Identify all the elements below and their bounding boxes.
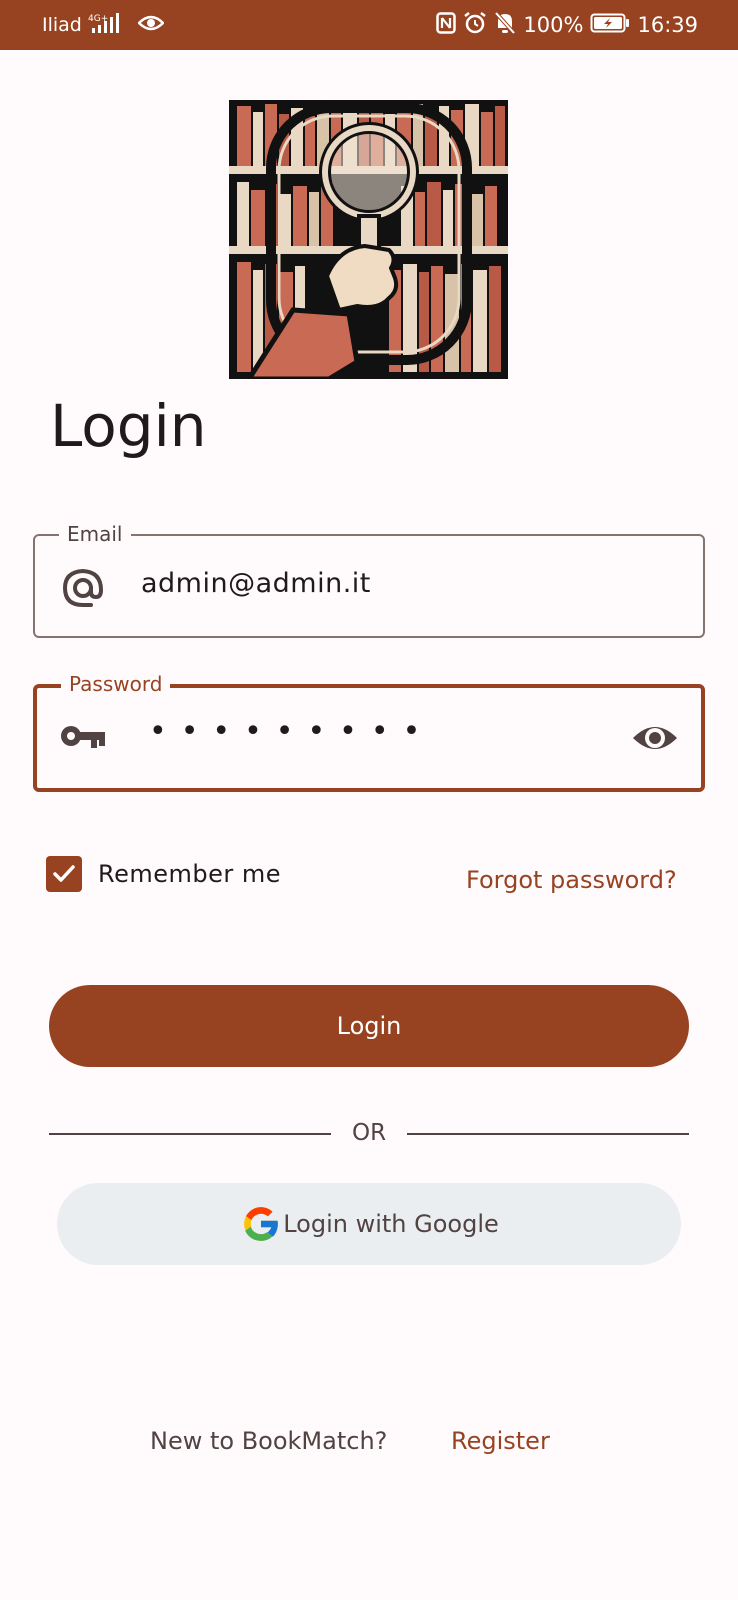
status-bar: Iliad 4G+ 100% 16:39 [0, 0, 738, 50]
battery-percent: 100% [523, 13, 584, 37]
google-icon [239, 1202, 283, 1246]
carrier-label: Iliad [42, 14, 82, 36]
email-field[interactable]: Email admin@admin.it [33, 522, 705, 638]
eye-icon [137, 13, 165, 38]
signal-icon: 4G+ [88, 12, 132, 39]
at-icon [61, 566, 105, 610]
email-field-label: Email [59, 522, 131, 546]
divider-right [407, 1133, 689, 1135]
check-icon [53, 865, 75, 882]
register-link[interactable]: Register [451, 1427, 550, 1455]
bookshelf-magnifier-logo [229, 100, 508, 382]
app-logo [229, 100, 508, 382]
alarm-icon [463, 11, 487, 40]
password-field-label: Password [61, 672, 171, 696]
status-bar-right: 100% 16:39 [436, 11, 698, 40]
remember-me-checkbox[interactable] [46, 856, 82, 892]
clock: 16:39 [637, 13, 698, 37]
login-button[interactable]: Login [49, 985, 689, 1067]
remember-me-label: Remember me [98, 860, 282, 888]
battery-charging-icon [590, 12, 630, 39]
password-field[interactable]: Password ••••••••• [33, 672, 705, 792]
email-input[interactable]: admin@admin.it [141, 568, 371, 599]
page-title: Login [50, 392, 207, 460]
bell-off-icon [494, 11, 516, 40]
eye-icon[interactable] [631, 716, 679, 760]
new-user-prompt: New to BookMatch? [150, 1427, 388, 1455]
key-icon [59, 714, 105, 758]
google-login-label: Login with Google [283, 1210, 499, 1238]
status-bar-left: Iliad 4G+ [42, 12, 165, 39]
forgot-password-link[interactable]: Forgot password? [466, 866, 677, 894]
nfc-icon [436, 11, 457, 39]
divider-left [49, 1133, 331, 1135]
remember-me[interactable]: Remember me [46, 856, 281, 892]
password-input[interactable]: ••••••••• [149, 714, 434, 749]
google-login-button[interactable]: Login with Google [57, 1183, 681, 1265]
or-label: OR [352, 1120, 387, 1146]
